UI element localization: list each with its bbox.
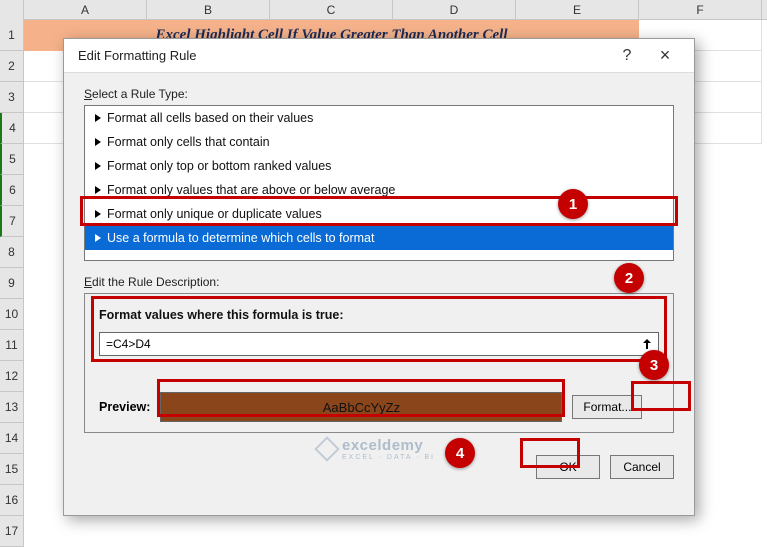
row-header[interactable]: 2 <box>0 51 24 82</box>
column-header[interactable]: F <box>639 0 762 19</box>
watermark: exceldemy EXCEL · DATA · BI <box>318 437 435 461</box>
callout-badge-3: 3 <box>639 350 669 380</box>
bullet-icon <box>95 138 101 146</box>
watermark-logo-icon <box>314 436 339 461</box>
rule-type-option-selected[interactable]: Use a formula to determine which cells t… <box>85 226 673 250</box>
bullet-icon <box>95 234 101 242</box>
annotation-box-4 <box>520 438 580 468</box>
row-header[interactable]: 12 <box>0 361 24 392</box>
bullet-icon <box>95 114 101 122</box>
row-header[interactable]: 1 <box>0 20 24 51</box>
row-header[interactable]: 10 <box>0 299 24 330</box>
dialog-titlebar: Edit Formatting Rule ? × <box>64 39 694 73</box>
bullet-icon <box>95 186 101 194</box>
callout-badge-1: 1 <box>558 189 588 219</box>
column-header[interactable]: E <box>516 0 639 19</box>
annotation-box-preview <box>157 379 565 417</box>
rule-type-option[interactable]: Format only cells that contain <box>85 130 673 154</box>
row-header[interactable]: 17 <box>0 516 24 547</box>
rule-type-option[interactable]: Format all cells based on their values <box>85 106 673 130</box>
rule-type-option[interactable]: Format only top or bottom ranked values <box>85 154 673 178</box>
watermark-text: exceldemy <box>342 437 435 454</box>
row-header[interactable]: 4 <box>0 113 24 144</box>
select-rule-type-label: Select a Rule Type: <box>84 87 674 101</box>
row-header[interactable]: 7 <box>0 206 24 237</box>
row-header[interactable]: 14 <box>0 423 24 454</box>
cancel-button[interactable]: Cancel <box>610 455 674 479</box>
callout-badge-4: 4 <box>445 438 475 468</box>
edit-rule-description-label: Edit the Rule Description: <box>84 275 674 289</box>
column-header[interactable]: C <box>270 0 393 19</box>
annotation-box-3 <box>631 381 691 411</box>
row-header[interactable]: 3 <box>0 82 24 113</box>
watermark-subtext: EXCEL · DATA · BI <box>342 454 435 461</box>
row-header[interactable]: 6 <box>0 175 24 206</box>
row-header[interactable]: 9 <box>0 268 24 299</box>
bullet-icon <box>95 162 101 170</box>
dialog-title: Edit Formatting Rule <box>78 48 608 63</box>
column-header[interactable]: D <box>393 0 516 19</box>
row-header[interactable]: 5 <box>0 144 24 175</box>
row-header-column: 1 2 3 4 5 6 7 8 9 10 11 12 13 14 15 16 1… <box>0 20 24 547</box>
column-header[interactable]: A <box>24 0 147 19</box>
annotation-box-2 <box>91 296 667 362</box>
rule-type-listbox[interactable]: Format all cells based on their values F… <box>84 105 674 261</box>
preview-label: Preview: <box>99 400 150 414</box>
column-header[interactable]: B <box>147 0 270 19</box>
annotation-box-1 <box>80 196 678 226</box>
row-header[interactable]: 15 <box>0 454 24 485</box>
column-header-row: A B C D E F <box>0 0 767 20</box>
row-header[interactable]: 11 <box>0 330 24 361</box>
row-header[interactable]: 8 <box>0 237 24 268</box>
close-button[interactable]: × <box>646 42 684 70</box>
row-header[interactable]: 13 <box>0 392 24 423</box>
select-all-corner[interactable] <box>0 0 24 20</box>
help-button[interactable]: ? <box>608 42 646 70</box>
row-header[interactable]: 16 <box>0 485 24 516</box>
callout-badge-2: 2 <box>614 263 644 293</box>
